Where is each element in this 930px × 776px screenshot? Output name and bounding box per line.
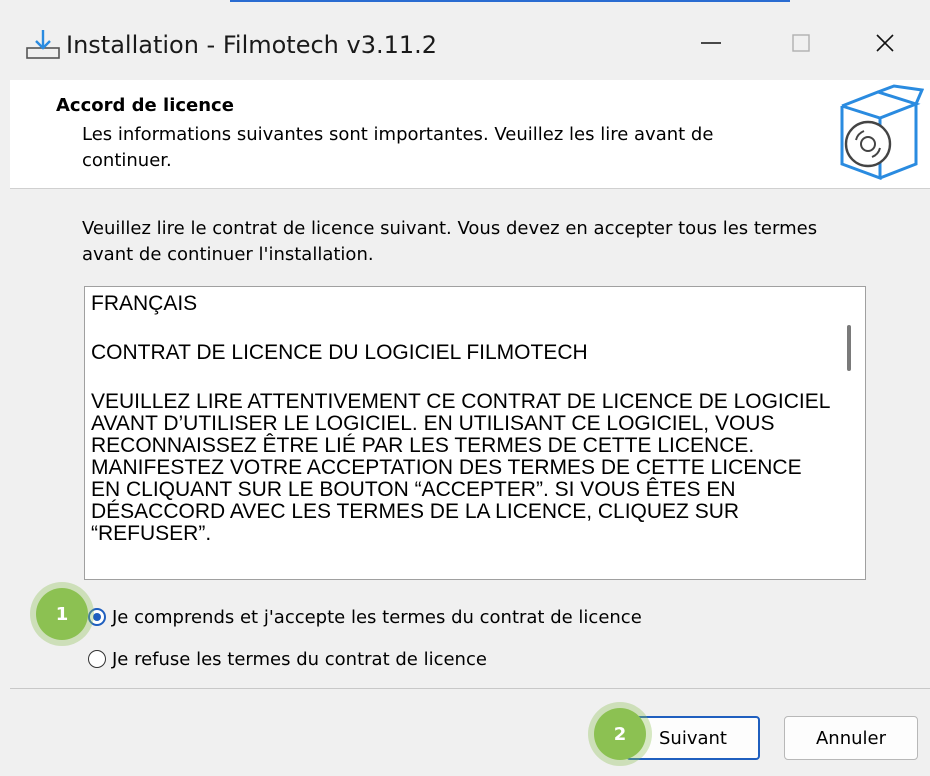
license-text-area[interactable]: FRANÇAIS CONTRAT DE LICENCE DU LOGICIEL …	[84, 286, 866, 580]
license-intro-text: Veuillez lire le contrat de licence suiv…	[82, 218, 818, 265]
page-title: Accord de licence	[56, 95, 234, 116]
title-bar[interactable]: Installation - Filmotech v3.11.2	[0, 2, 930, 80]
close-icon	[876, 34, 894, 52]
cancel-button[interactable]: Annuler	[784, 716, 918, 760]
window-title: Installation - Filmotech v3.11.2	[66, 31, 438, 59]
page-description: Les informations suivantes sont importan…	[82, 124, 714, 171]
maximize-icon	[792, 34, 810, 52]
license-scrollbar[interactable]	[837, 287, 865, 579]
license-paragraph: FRANÇAIS	[91, 292, 198, 315]
installer-window: Installation - Filmotech v3.11.2 Accord …	[0, 0, 930, 776]
refuse-option[interactable]: Je refuse les termes du contrat de licen…	[88, 644, 487, 674]
software-box-icon	[840, 84, 924, 180]
footer-divider	[10, 688, 930, 689]
license-content: FRANÇAIS CONTRAT DE LICENCE DU LOGICIEL …	[91, 293, 833, 572]
accept-radio-label: Je comprends et j'accepte les termes du …	[112, 606, 642, 628]
close-button[interactable]	[840, 10, 930, 76]
scrollbar-thumb[interactable]	[847, 325, 851, 371]
next-button[interactable]: Suivant	[626, 716, 760, 760]
accept-option[interactable]: Je comprends et j'accepte les termes du …	[88, 602, 642, 632]
step-badge-2: 2	[594, 708, 646, 760]
step-badge-1: 1	[36, 588, 88, 640]
license-paragraph: CONTRAT DE LICENCE DU LOGICIEL FILMOTECH	[91, 341, 588, 364]
refuse-radio-label: Je refuse les termes du contrat de licen…	[112, 648, 487, 670]
license-paragraph: VEUILLEZ LIRE ATTENTIVEMENT CE CONTRAT D…	[91, 390, 830, 545]
minimize-button[interactable]	[666, 10, 756, 76]
installer-icon	[26, 30, 60, 59]
minimize-icon	[701, 42, 721, 44]
accept-radio[interactable]	[88, 608, 106, 626]
wizard-header: Accord de licence Les informations suiva…	[10, 80, 930, 189]
maximize-button[interactable]	[756, 10, 846, 76]
window-left-edge	[0, 80, 10, 776]
refuse-radio[interactable]	[88, 650, 106, 668]
